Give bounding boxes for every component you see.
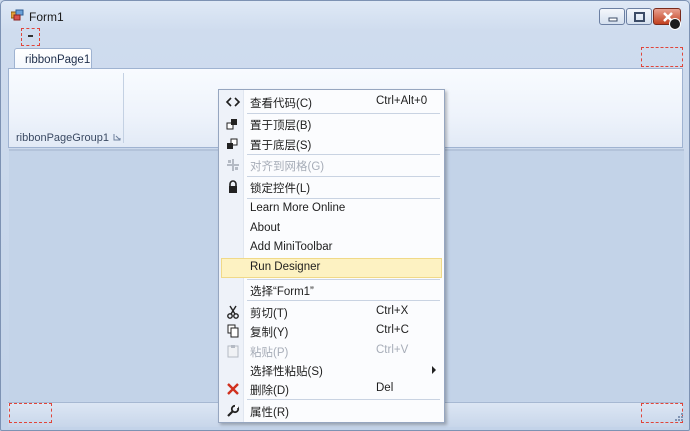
minus-icon [28,35,33,37]
send-to-back-icon [227,138,238,149]
copy-icon [227,324,239,338]
lock-icon [229,180,237,193]
menu-item-label: 置于底层(S) [250,140,312,152]
group-divider [123,73,124,143]
menu-item-label: 剪切(T) [250,308,288,320]
menu-item-shortcut: Ctrl+C [376,324,409,336]
menu-item-lock-controls[interactable]: 锁定控件(L) [221,177,442,197]
menu-item-label: 选择“Form1” [250,286,314,298]
menu-item-send-to-back[interactable]: 置于底层(S) [221,134,442,154]
menu-item-label: Run Designer [250,261,321,273]
menu-item-learn-more-online[interactable]: Learn More Online [221,199,442,219]
menu-item-add-minitoolbar[interactable]: Add MiniToolbar [221,238,442,258]
delete-icon [227,383,239,395]
menu-item-label: About [250,222,281,234]
menu-item-align-to-grid[interactable]: 对齐到网格(G) [221,155,442,175]
menu-item-shortcut: Del [376,382,394,394]
page-header-selection-box[interactable] [641,47,683,67]
menu-separator [247,300,440,301]
code-view-icon [225,97,241,107]
menu-item-label: 复制(Y) [250,327,289,339]
menu-item-label: 查看代码(C) [250,98,312,110]
menu-item-about[interactable]: About [221,219,442,239]
menu-item-properties[interactable]: 属性(R) [221,401,442,421]
ribbon-group-label: ribbonPageGroup1 [16,132,109,144]
cut-icon [227,305,239,319]
menu-item-paste[interactable]: 粘贴(P) Ctrl+V [221,341,442,361]
minimize-icon [608,17,618,22]
smart-tag-badge-icon[interactable] [669,18,681,30]
maximize-icon [634,12,645,22]
menu-item-select-form1[interactable]: 选择“Form1” [221,280,442,300]
menu-item-shortcut: Ctrl+V [376,344,409,356]
resize-grip-icon[interactable] [672,412,684,424]
align-to-grid-icon [227,159,239,171]
quick-access-toolbar-handle[interactable] [21,28,40,46]
window-title: Form1 [29,10,64,24]
tab-ribbon-page1[interactable]: ribbonPage1 [14,48,92,69]
menu-item-label: 置于顶层(B) [250,120,312,132]
menu-separator [247,399,440,400]
context-menu: 查看代码(C) Ctrl+Alt+0 置于顶层(B) 置于底层(S) 对齐到网格… [218,89,445,423]
properties-wrench-icon [227,404,240,417]
menu-item-run-designer[interactable]: Run Designer [221,258,442,278]
menu-item-label: 选择性粘贴(S) [250,366,323,378]
menu-item-label: 锁定控件(L) [250,183,311,195]
maximize-button[interactable] [626,8,652,25]
menu-item-cut[interactable]: 剪切(T) Ctrl+X [221,302,442,322]
menu-item-paste-special[interactable]: 选择性粘贴(S) [221,360,442,380]
submenu-arrow-icon [432,366,436,374]
minimize-button[interactable] [599,8,625,25]
menu-item-delete[interactable]: 删除(D) Del [221,379,442,399]
status-bar-left-selection-box[interactable] [9,403,52,423]
menu-item-label: 删除(D) [250,385,289,397]
menu-item-shortcut: Ctrl+Alt+0 [376,95,428,107]
form-app-icon [11,9,24,21]
menu-item-label: Learn More Online [250,202,346,214]
menu-item-shortcut: Ctrl+X [376,305,409,317]
menu-item-copy[interactable]: 复制(Y) Ctrl+C [221,321,442,341]
menu-item-view-code[interactable]: 查看代码(C) Ctrl+Alt+0 [221,92,442,112]
menu-item-label: 属性(R) [250,407,289,419]
bring-to-front-icon [226,119,237,130]
title-bar[interactable]: Form1 [1,1,689,30]
paste-icon [227,345,239,358]
menu-item-bring-to-front[interactable]: 置于顶层(B) [221,114,442,134]
menu-item-label: Add MiniToolbar [250,241,333,253]
dialog-launcher-icon[interactable] [113,133,121,141]
menu-item-label: 粘贴(P) [250,347,289,359]
menu-item-label: 对齐到网格(G) [250,161,325,173]
